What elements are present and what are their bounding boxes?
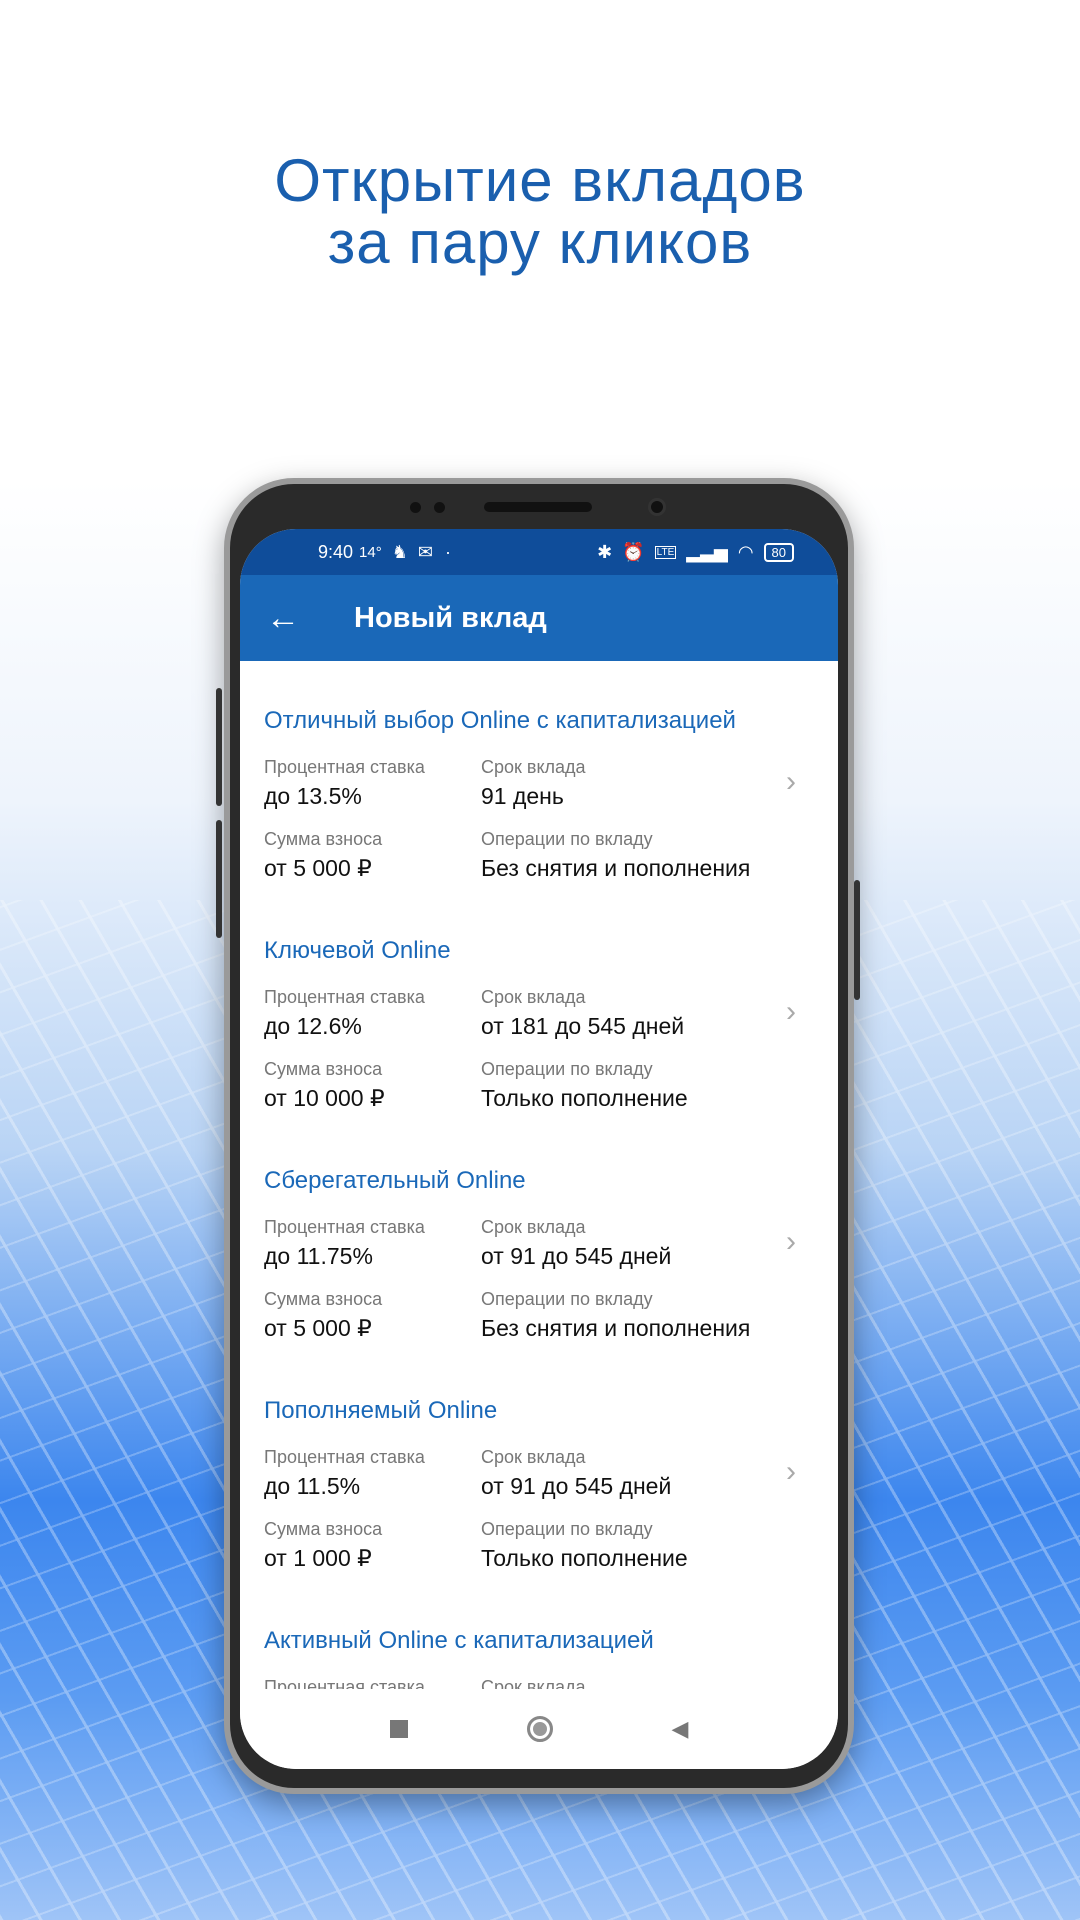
operations-value: Только пополнение xyxy=(481,1545,688,1571)
camera xyxy=(648,498,666,516)
deposit-title: Отличный выбор Online с капитализацией xyxy=(264,707,736,734)
amount-label: Сумма взноса xyxy=(264,1059,383,1079)
sensor xyxy=(410,502,421,513)
volte-icon: LTE xyxy=(654,545,677,559)
deposit-card[interactable]: Отличный выбор Online с капитализацией П… xyxy=(264,707,814,937)
recents-button[interactable] xyxy=(389,1720,408,1738)
chevron-right-icon: › xyxy=(786,1455,796,1488)
status-temperature: 14° xyxy=(359,543,382,561)
operations-label: Операции по вкладу xyxy=(481,1059,653,1079)
amount-label: Сумма взноса xyxy=(264,1519,383,1539)
rate-value: до 12.6% xyxy=(264,1013,362,1039)
bluetooth-icon: ✱ xyxy=(597,541,613,562)
term-value: 91 день xyxy=(481,783,564,809)
operations-value: Без снятия и пополнения xyxy=(481,1315,751,1341)
amount-label: Сумма взноса xyxy=(264,829,383,849)
deposit-title: Сберегательный Online xyxy=(264,1167,526,1194)
deposit-title: Пополняемый Online xyxy=(264,1397,498,1424)
term-label: Срок вклада xyxy=(481,757,586,777)
rate-label: Процентная ставка xyxy=(264,1217,425,1237)
deposit-card[interactable]: Пополняемый Online Процентная ставка Сро… xyxy=(264,1397,814,1627)
mail-icon: ✉ xyxy=(417,541,433,562)
rate-value: до 13.5% xyxy=(264,783,362,809)
sensor xyxy=(434,502,445,513)
rate-label: Процентная ставка xyxy=(264,987,425,1007)
alarm-icon: ⏰ xyxy=(622,541,645,562)
status-time: 9:40 xyxy=(318,541,354,562)
operations-label: Операции по вкладу xyxy=(481,1519,653,1539)
signal-icon: ▂▃▅ xyxy=(686,541,728,562)
operations-label: Операции по вкладу xyxy=(481,829,653,849)
deposit-card[interactable]: Ключевой Online Процентная ставка Срок в… xyxy=(264,937,814,1167)
operations-value: Только пополнение xyxy=(481,1085,688,1111)
app-bar: ← Новый вклад xyxy=(240,575,838,661)
chevron-right-icon: › xyxy=(786,995,796,1028)
rate-value: до 11.5% xyxy=(264,1473,361,1499)
home-button[interactable] xyxy=(526,1716,553,1742)
volume-down-button xyxy=(216,820,222,938)
volume-up-button xyxy=(216,688,222,806)
deposit-title: Активный Online с капитализацией xyxy=(264,1627,654,1654)
status-bar: 9:40 14° ♞ ✉ · ✱ ⏰ LTE ▂▃▅ ◠ 80 xyxy=(240,529,838,575)
battery-icon: 80 xyxy=(763,542,794,562)
chevron-right-icon: › xyxy=(786,765,796,798)
arrow-left-icon[interactable]: ← xyxy=(266,599,314,638)
term-value: от 181 до 545 дней xyxy=(481,1013,685,1039)
deposit-title: Ключевой Online xyxy=(264,937,451,964)
headline-line-2: за пару кликов xyxy=(327,209,753,276)
amount-value: от 10 000 ₽ xyxy=(264,1085,385,1111)
term-value: от 91 до 545 дней xyxy=(481,1243,672,1269)
deposit-card[interactable]: Сберегательный Online Процентная ставка … xyxy=(264,1167,814,1397)
dot-icon: · xyxy=(444,541,451,562)
amount-value: от 5 000 ₽ xyxy=(264,1315,372,1341)
amount-label: Сумма взноса xyxy=(264,1289,383,1309)
page-title: Новый вклад xyxy=(354,601,547,634)
wifi-icon: ◠ xyxy=(737,541,754,562)
power-button xyxy=(854,880,860,1000)
speaker xyxy=(484,502,592,512)
amount-value: от 1 000 ₽ xyxy=(264,1545,372,1571)
term-value: от 91 до 545 дней xyxy=(481,1473,672,1499)
phone-screen: 9:40 14° ♞ ✉ · ✱ ⏰ LTE ▂▃▅ ◠ 80 ← Новый … xyxy=(240,529,838,1769)
amount-value: от 5 000 ₽ xyxy=(264,855,372,881)
back-button[interactable]: ◀ xyxy=(672,1716,689,1742)
term-label: Срок вклада xyxy=(481,1217,586,1237)
chevron-right-icon: › xyxy=(786,1225,796,1258)
rate-label: Процентная ставка xyxy=(264,757,425,777)
headline-line-1: Открытие вкладов xyxy=(274,147,806,214)
person-icon: ♞ xyxy=(391,541,408,562)
term-label: Срок вклада xyxy=(481,987,586,1007)
rate-value: до 11.75% xyxy=(264,1243,373,1269)
promo-headline: Открытие вкладов за пару кликов xyxy=(0,150,1080,274)
system-nav-bar: ◀ xyxy=(240,1689,838,1769)
rate-label: Процентная ставка xyxy=(264,1447,425,1467)
operations-label: Операции по вкладу xyxy=(481,1289,653,1309)
operations-value: Без снятия и пополнения xyxy=(481,855,751,881)
term-label: Срок вклада xyxy=(481,1447,586,1467)
